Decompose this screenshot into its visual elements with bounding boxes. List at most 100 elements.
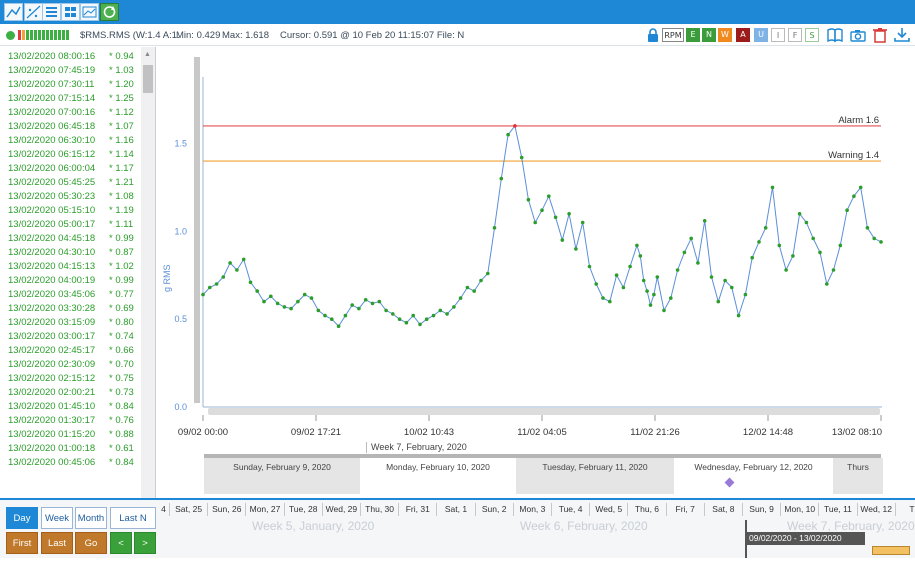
data-point[interactable]: [553, 215, 558, 220]
data-point[interactable]: [797, 212, 802, 216]
line-chart-icon[interactable]: [4, 3, 23, 21]
download-icon[interactable]: [893, 27, 911, 43]
list-item[interactable]: 13/02/2020 01:45:10 * 0.84: [8, 401, 134, 415]
list-item[interactable]: 13/02/2020 00:45:06 * 0.84: [8, 457, 134, 471]
data-point[interactable]: [825, 282, 829, 286]
list-item[interactable]: 13/02/2020 06:15:12 * 1.14: [8, 149, 134, 163]
list-item[interactable]: 13/02/2020 06:30:10 * 1.16: [8, 135, 134, 149]
delete-icon[interactable]: [871, 27, 889, 43]
filter-u-button[interactable]: U: [754, 28, 768, 42]
next-button[interactable]: >: [134, 532, 156, 554]
list-item[interactable]: 13/02/2020 03:30:28 * 0.69: [8, 303, 134, 317]
data-point[interactable]: [689, 236, 693, 241]
data-point[interactable]: [397, 317, 402, 322]
data-point[interactable]: [872, 236, 876, 241]
data-point[interactable]: [465, 285, 470, 290]
data-point[interactable]: [852, 194, 856, 198]
list-icon[interactable]: [42, 3, 61, 21]
data-point[interactable]: [282, 305, 287, 309]
calendar-day[interactable]: Mon, 27: [246, 503, 285, 516]
data-point[interactable]: [560, 238, 565, 242]
data-point[interactable]: [770, 185, 775, 190]
list-item[interactable]: 13/02/2020 04:30:10 * 0.87: [8, 247, 134, 261]
data-point[interactable]: [614, 273, 619, 277]
data-point[interactable]: [499, 176, 504, 181]
data-point[interactable]: [791, 254, 795, 258]
data-point[interactable]: [472, 289, 477, 293]
data-point[interactable]: [763, 226, 768, 230]
data-point[interactable]: [845, 208, 849, 212]
data-point[interactable]: [736, 313, 741, 318]
data-point[interactable]: [621, 285, 626, 290]
timeline-day[interactable]: Tuesday, February 11, 2020: [516, 458, 674, 494]
calendar-day[interactable]: Sun, 9: [743, 503, 782, 516]
data-point[interactable]: [645, 289, 649, 293]
data-point[interactable]: [662, 308, 666, 313]
data-point[interactable]: [458, 296, 463, 300]
data-point[interactable]: [214, 282, 219, 286]
list-item[interactable]: 13/02/2020 01:15:20 * 0.88: [8, 429, 134, 443]
data-point[interactable]: [235, 268, 239, 272]
data-point[interactable]: [641, 278, 646, 283]
list-item[interactable]: 13/02/2020 03:15:09 * 0.80: [8, 317, 134, 331]
data-point[interactable]: [526, 197, 531, 202]
data-point[interactable]: [858, 185, 863, 190]
log-scrollbar[interactable]: ▲: [141, 47, 155, 499]
data-point[interactable]: [519, 155, 524, 160]
chart-vertical-slider[interactable]: [194, 57, 200, 403]
data-point[interactable]: [384, 308, 388, 313]
data-point[interactable]: [702, 219, 707, 223]
data-point[interactable]: [831, 268, 836, 272]
filter-f-button[interactable]: F: [788, 28, 802, 42]
prev-button[interactable]: <: [110, 532, 132, 554]
data-point[interactable]: [228, 261, 232, 265]
chart-horizontal-scrollbar[interactable]: [208, 408, 880, 415]
data-point[interactable]: [838, 243, 843, 248]
data-point[interactable]: [418, 322, 422, 327]
data-point[interactable]: [302, 292, 307, 297]
data-point[interactable]: [594, 282, 598, 286]
calendar-day[interactable]: 4: [158, 503, 170, 516]
calendar-day[interactable]: Thu, 6: [628, 503, 667, 516]
data-point[interactable]: [648, 303, 653, 307]
data-point[interactable]: [547, 194, 551, 198]
data-point[interactable]: [445, 312, 449, 316]
range-slider[interactable]: [872, 546, 910, 555]
list-item[interactable]: 13/02/2020 04:00:19 * 0.99: [8, 275, 134, 289]
list-item[interactable]: 13/02/2020 02:45:17 * 0.66: [8, 345, 134, 359]
calendar-day[interactable]: Sat, 1: [437, 503, 476, 516]
calendar-day[interactable]: Fri, 7: [667, 503, 705, 516]
timeline-day[interactable]: Monday, February 10, 2020: [361, 458, 515, 494]
filter-e-button[interactable]: E: [686, 28, 700, 42]
data-point[interactable]: [296, 299, 300, 304]
data-point[interactable]: [730, 285, 734, 290]
data-point[interactable]: [628, 264, 632, 269]
data-point[interactable]: [804, 220, 809, 225]
goto-button[interactable]: Go To...: [75, 532, 107, 571]
list-item[interactable]: 13/02/2020 05:00:17 * 1.11: [8, 219, 133, 233]
data-point[interactable]: [574, 247, 578, 251]
data-point[interactable]: [316, 308, 321, 313]
data-point[interactable]: [587, 264, 592, 269]
data-point[interactable]: [506, 132, 510, 137]
data-point[interactable]: [723, 278, 727, 283]
data-point[interactable]: [818, 250, 822, 255]
filter-a-button[interactable]: A: [736, 28, 750, 42]
data-point[interactable]: [289, 306, 293, 311]
filter-rpm-button[interactable]: RPM: [662, 28, 684, 42]
data-point[interactable]: [784, 268, 788, 272]
data-point[interactable]: [241, 257, 246, 262]
data-point[interactable]: [709, 275, 714, 279]
calendar-day[interactable]: Wed, 29: [323, 503, 361, 516]
grid-icon[interactable]: [61, 3, 80, 21]
calendar-day[interactable]: Th: [896, 503, 915, 516]
data-point[interactable]: [452, 305, 456, 309]
data-point[interactable]: [248, 280, 253, 285]
list-item[interactable]: 13/02/2020 04:45:18 * 0.99: [8, 233, 134, 247]
calendar-day[interactable]: Tue, 4: [552, 503, 591, 516]
data-point[interactable]: [201, 292, 205, 297]
day-button[interactable]: Day: [6, 507, 38, 529]
list-item[interactable]: 13/02/2020 05:45:25 * 1.21: [8, 177, 134, 191]
data-point[interactable]: [669, 296, 673, 300]
data-point[interactable]: [275, 301, 280, 306]
